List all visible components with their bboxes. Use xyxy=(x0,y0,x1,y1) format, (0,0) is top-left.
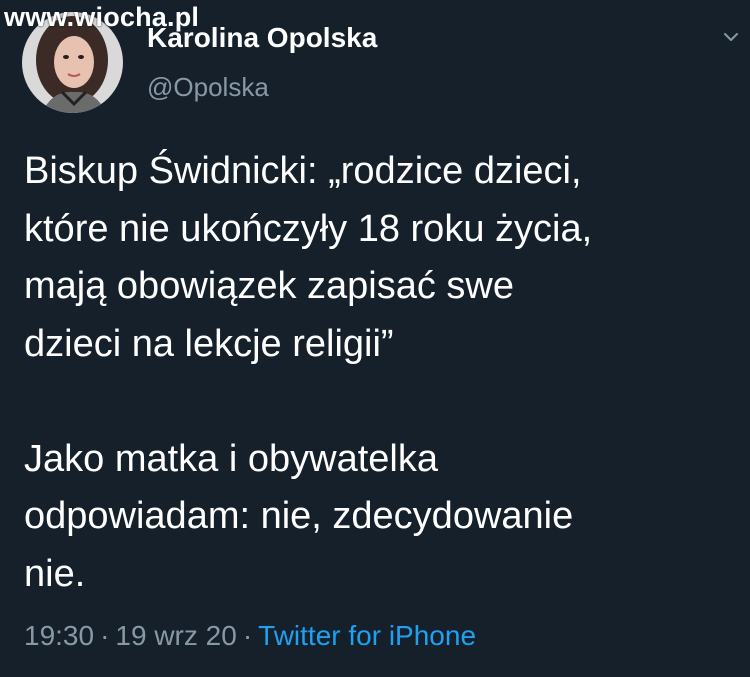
separator: · xyxy=(242,620,253,651)
tweet-line: które nie ukończyły 18 roku życia, xyxy=(24,207,593,250)
separator: · xyxy=(100,620,110,651)
tweet-line: Biskup Świdnicki: „rodzice dzieci, xyxy=(24,150,582,192)
tweet-line: Jako matka i obywatelka xyxy=(24,437,438,480)
author-handle[interactable]: @Opolska xyxy=(147,72,269,103)
tweet-date[interactable]: 19 wrz 20 xyxy=(115,620,236,651)
chevron-down-icon[interactable] xyxy=(722,28,740,46)
tweet-card: www.wiocha.pl Karolina Opolska @Opolska … xyxy=(0,0,750,677)
tweet-meta: 19:30 · 19 wrz 20 · Twitter for iPhone xyxy=(24,620,476,652)
watermark: www.wiocha.pl xyxy=(4,2,200,32)
tweet-line: nie. xyxy=(24,552,86,595)
tweet-line: mają obowiązek zapisać swe xyxy=(24,265,515,307)
tweet-time[interactable]: 19:30 xyxy=(24,620,94,651)
tweet-text: Biskup Świdnicki: „rodzice dzieci, które… xyxy=(24,143,730,603)
tweet-line: dzieci na lekcje religii” xyxy=(24,322,394,365)
tweet-line: odpowiadam: nie, zdecydowanie xyxy=(24,495,574,537)
tweet-source-link[interactable]: Twitter for iPhone xyxy=(258,620,476,651)
